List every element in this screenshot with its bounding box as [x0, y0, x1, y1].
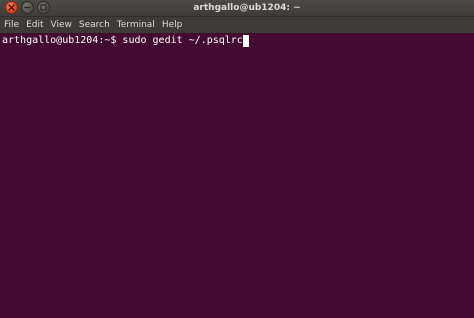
window-title: arthgallo@ub1204: ~ — [193, 3, 301, 13]
terminal-area[interactable]: arthgallo@ub1204:~$ sudo gedit ~/.psqlrc — [0, 33, 474, 318]
shell-prompt: arthgallo@ub1204:~$ — [2, 35, 123, 46]
command-line: arthgallo@ub1204:~$ sudo gedit ~/.psqlrc — [2, 34, 472, 47]
menu-file[interactable]: File — [4, 17, 19, 33]
command-text: sudo gedit ~/.psqlrc — [122, 35, 243, 46]
menu-help[interactable]: Help — [162, 17, 183, 33]
menu-search[interactable]: Search — [79, 17, 110, 33]
menu-edit[interactable]: Edit — [26, 17, 43, 33]
title-bar[interactable]: arthgallo@ub1204: ~ — [0, 0, 474, 17]
menu-terminal[interactable]: Terminal — [117, 17, 155, 33]
menu-view[interactable]: View — [51, 17, 72, 33]
terminal-window: arthgallo@ub1204: ~ File Edit View Searc… — [0, 0, 474, 318]
menu-bar: File Edit View Search Terminal Help — [0, 17, 474, 33]
text-cursor — [242, 34, 249, 47]
